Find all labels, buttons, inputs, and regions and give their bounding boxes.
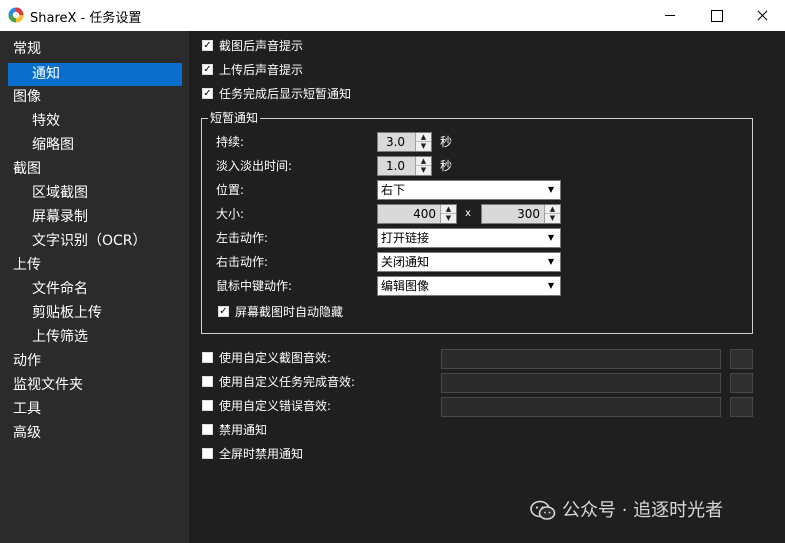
checkbox-checked-icon[interactable]: ✓ bbox=[202, 64, 213, 75]
left-click-select[interactable]: 打开链接 ▼ bbox=[377, 228, 561, 248]
duration-unit: 秒 bbox=[440, 135, 453, 149]
checkbox-label: 使用自定义错误音效: bbox=[219, 399, 332, 413]
chevron-down-icon[interactable]: ▼ bbox=[544, 183, 558, 197]
custom-task-sound-checkbox[interactable]: 使用自定义任务完成音效: bbox=[202, 373, 355, 391]
checkbox-unchecked-icon[interactable] bbox=[202, 400, 213, 411]
height-value[interactable]: 300 bbox=[517, 205, 540, 223]
group-title: 短暂通知 bbox=[208, 110, 261, 126]
browse-error-sound-button[interactable] bbox=[730, 397, 753, 417]
auto-hide-checkbox[interactable]: ✓ 屏幕截图时自动隐藏 bbox=[218, 303, 343, 321]
notification-settings-panel: ✓ 截图后声音提示 ✓ 上传后声音提示 ✓ 任务完成后显示短暂通知 短暂通知 持续: … bbox=[189, 31, 785, 543]
middle-click-value: 编辑图像 bbox=[381, 279, 430, 293]
sidebar-item-actions[interactable]: 动作 bbox=[13, 350, 41, 373]
chevron-down-icon[interactable]: ▼ bbox=[544, 279, 558, 293]
right-click-label: 右击动作: bbox=[216, 255, 269, 269]
checkbox-label: 使用自定义截图音效: bbox=[219, 351, 332, 365]
sidebar-item-image[interactable]: 图像 bbox=[13, 86, 41, 109]
sharex-logo-icon bbox=[8, 7, 24, 23]
middle-click-label: 鼠标中键动作: bbox=[216, 279, 293, 293]
capture-sound-checkbox[interactable]: ✓ 截图后声音提示 bbox=[202, 37, 303, 55]
sidebar-item-region-capture[interactable]: 区域截图 bbox=[32, 182, 88, 205]
disable-notifications-checkbox[interactable]: 禁用通知 bbox=[202, 421, 267, 439]
sidebar-item-notifications[interactable]: 通知 bbox=[8, 63, 182, 86]
checkbox-checked-icon[interactable]: ✓ bbox=[202, 88, 213, 99]
capture-sound-path-input[interactable] bbox=[441, 349, 721, 369]
checkbox-label: 上传后声音提示 bbox=[219, 63, 304, 77]
disable-fullscreen-notifications-checkbox[interactable]: 全屏时禁用通知 bbox=[202, 445, 303, 463]
checkbox-checked-icon[interactable]: ✓ bbox=[218, 306, 229, 317]
watermark-text: 公众号 · 追逐时光者 bbox=[562, 500, 724, 521]
right-click-select[interactable]: 关闭通知 ▼ bbox=[377, 252, 561, 272]
stepper-arrows-icon[interactable]: ▲ ▼ bbox=[544, 205, 560, 223]
sidebar-item-capture[interactable]: 截图 bbox=[13, 158, 41, 181]
checkbox-unchecked-icon[interactable] bbox=[202, 376, 213, 387]
left-click-label: 左击动作: bbox=[216, 231, 269, 245]
checkbox-label: 任务完成后显示短暂通知 bbox=[219, 87, 352, 101]
right-click-value: 关闭通知 bbox=[381, 255, 430, 269]
title-bar: ShareX - 任务设置 bbox=[0, 0, 785, 31]
width-value[interactable]: 400 bbox=[413, 205, 436, 223]
sidebar-item-clipboard-upload[interactable]: 剪贴板上传 bbox=[32, 302, 102, 325]
chevron-down-icon[interactable]: ▼ bbox=[544, 255, 558, 269]
show-toast-checkbox[interactable]: ✓ 任务完成后显示短暂通知 bbox=[202, 85, 351, 103]
fade-label: 淡入淡出时间: bbox=[216, 159, 293, 173]
size-label: 大小: bbox=[216, 207, 245, 221]
checkbox-unchecked-icon[interactable] bbox=[202, 424, 213, 435]
position-value: 右下 bbox=[381, 183, 406, 197]
checkbox-unchecked-icon[interactable] bbox=[202, 448, 213, 459]
fade-stepper[interactable]: 1.0 ▲ ▼ bbox=[377, 156, 432, 176]
minimize-icon[interactable] bbox=[647, 0, 693, 31]
sidebar-item-general[interactable]: 常规 bbox=[13, 38, 41, 61]
left-click-value: 打开链接 bbox=[381, 231, 430, 245]
stepper-arrows-icon[interactable]: ▲ ▼ bbox=[415, 157, 431, 175]
width-stepper[interactable]: 400 ▲ ▼ bbox=[377, 204, 457, 224]
chevron-down-icon[interactable]: ▼ bbox=[544, 231, 558, 245]
fade-value[interactable]: 1.0 bbox=[378, 157, 413, 175]
custom-error-sound-checkbox[interactable]: 使用自定义错误音效: bbox=[202, 397, 331, 415]
middle-click-select[interactable]: 编辑图像 ▼ bbox=[377, 276, 561, 296]
upload-sound-checkbox[interactable]: ✓ 上传后声音提示 bbox=[202, 61, 303, 79]
sidebar-item-effects[interactable]: 特效 bbox=[32, 110, 60, 133]
browse-task-sound-button[interactable] bbox=[730, 373, 753, 393]
sidebar-item-thumbnail[interactable]: 缩略图 bbox=[32, 134, 74, 157]
maximize-icon[interactable] bbox=[693, 0, 739, 31]
error-sound-path-input[interactable] bbox=[441, 397, 721, 417]
checkbox-unchecked-icon[interactable] bbox=[202, 352, 213, 363]
size-separator: x bbox=[465, 208, 471, 219]
watermark: 公众号 · 追逐时光者 bbox=[530, 497, 723, 525]
checkbox-label: 使用自定义任务完成音效: bbox=[219, 375, 356, 389]
sidebar-item-ocr[interactable]: 文字识别（OCR） bbox=[32, 230, 147, 253]
sidebar-item-screen-recording[interactable]: 屏幕录制 bbox=[32, 206, 88, 229]
position-select[interactable]: 右下 ▼ bbox=[377, 180, 561, 200]
sidebar-item-advanced[interactable]: 高级 bbox=[13, 422, 41, 445]
toast-settings-group: 短暂通知 持续: 3.0 ▲ ▼ 秒 淡入淡出时间: 1.0 ▲ ▼ 秒 位置: 右… bbox=[201, 110, 753, 334]
task-sound-path-input[interactable] bbox=[441, 373, 721, 393]
custom-capture-sound-checkbox[interactable]: 使用自定义截图音效: bbox=[202, 349, 331, 367]
sidebar-item-watch-folders[interactable]: 监视文件夹 bbox=[13, 374, 83, 397]
checkbox-label: 禁用通知 bbox=[219, 423, 268, 437]
duration-label: 持续: bbox=[216, 135, 245, 149]
browse-capture-sound-button[interactable] bbox=[730, 349, 753, 369]
stepper-arrows-icon[interactable]: ▲ ▼ bbox=[415, 133, 431, 151]
window-title: ShareX - 任务设置 bbox=[30, 11, 142, 26]
sidebar-item-upload-filters[interactable]: 上传筛选 bbox=[32, 326, 88, 349]
stepper-arrows-icon[interactable]: ▲ ▼ bbox=[440, 205, 456, 223]
duration-value[interactable]: 3.0 bbox=[378, 133, 413, 151]
checkbox-label: 屏幕截图时自动隐藏 bbox=[235, 305, 344, 319]
checkbox-checked-icon[interactable]: ✓ bbox=[202, 40, 213, 51]
duration-stepper[interactable]: 3.0 ▲ ▼ bbox=[377, 132, 432, 152]
sidebar-item-file-naming[interactable]: 文件命名 bbox=[32, 278, 88, 301]
settings-sidebar: 常规 通知 图像 特效 缩略图 截图 区域截图 屏幕录制 文字识别（OCR） 上… bbox=[0, 31, 189, 543]
position-label: 位置: bbox=[216, 183, 245, 197]
close-icon[interactable] bbox=[739, 0, 785, 31]
wechat-icon bbox=[530, 500, 556, 520]
sidebar-item-tools[interactable]: 工具 bbox=[13, 398, 41, 421]
height-stepper[interactable]: 300 ▲ ▼ bbox=[481, 204, 561, 224]
checkbox-label: 全屏时禁用通知 bbox=[219, 447, 304, 461]
checkbox-label: 截图后声音提示 bbox=[219, 39, 304, 53]
fade-unit: 秒 bbox=[440, 159, 453, 173]
sidebar-item-upload[interactable]: 上传 bbox=[13, 254, 41, 277]
